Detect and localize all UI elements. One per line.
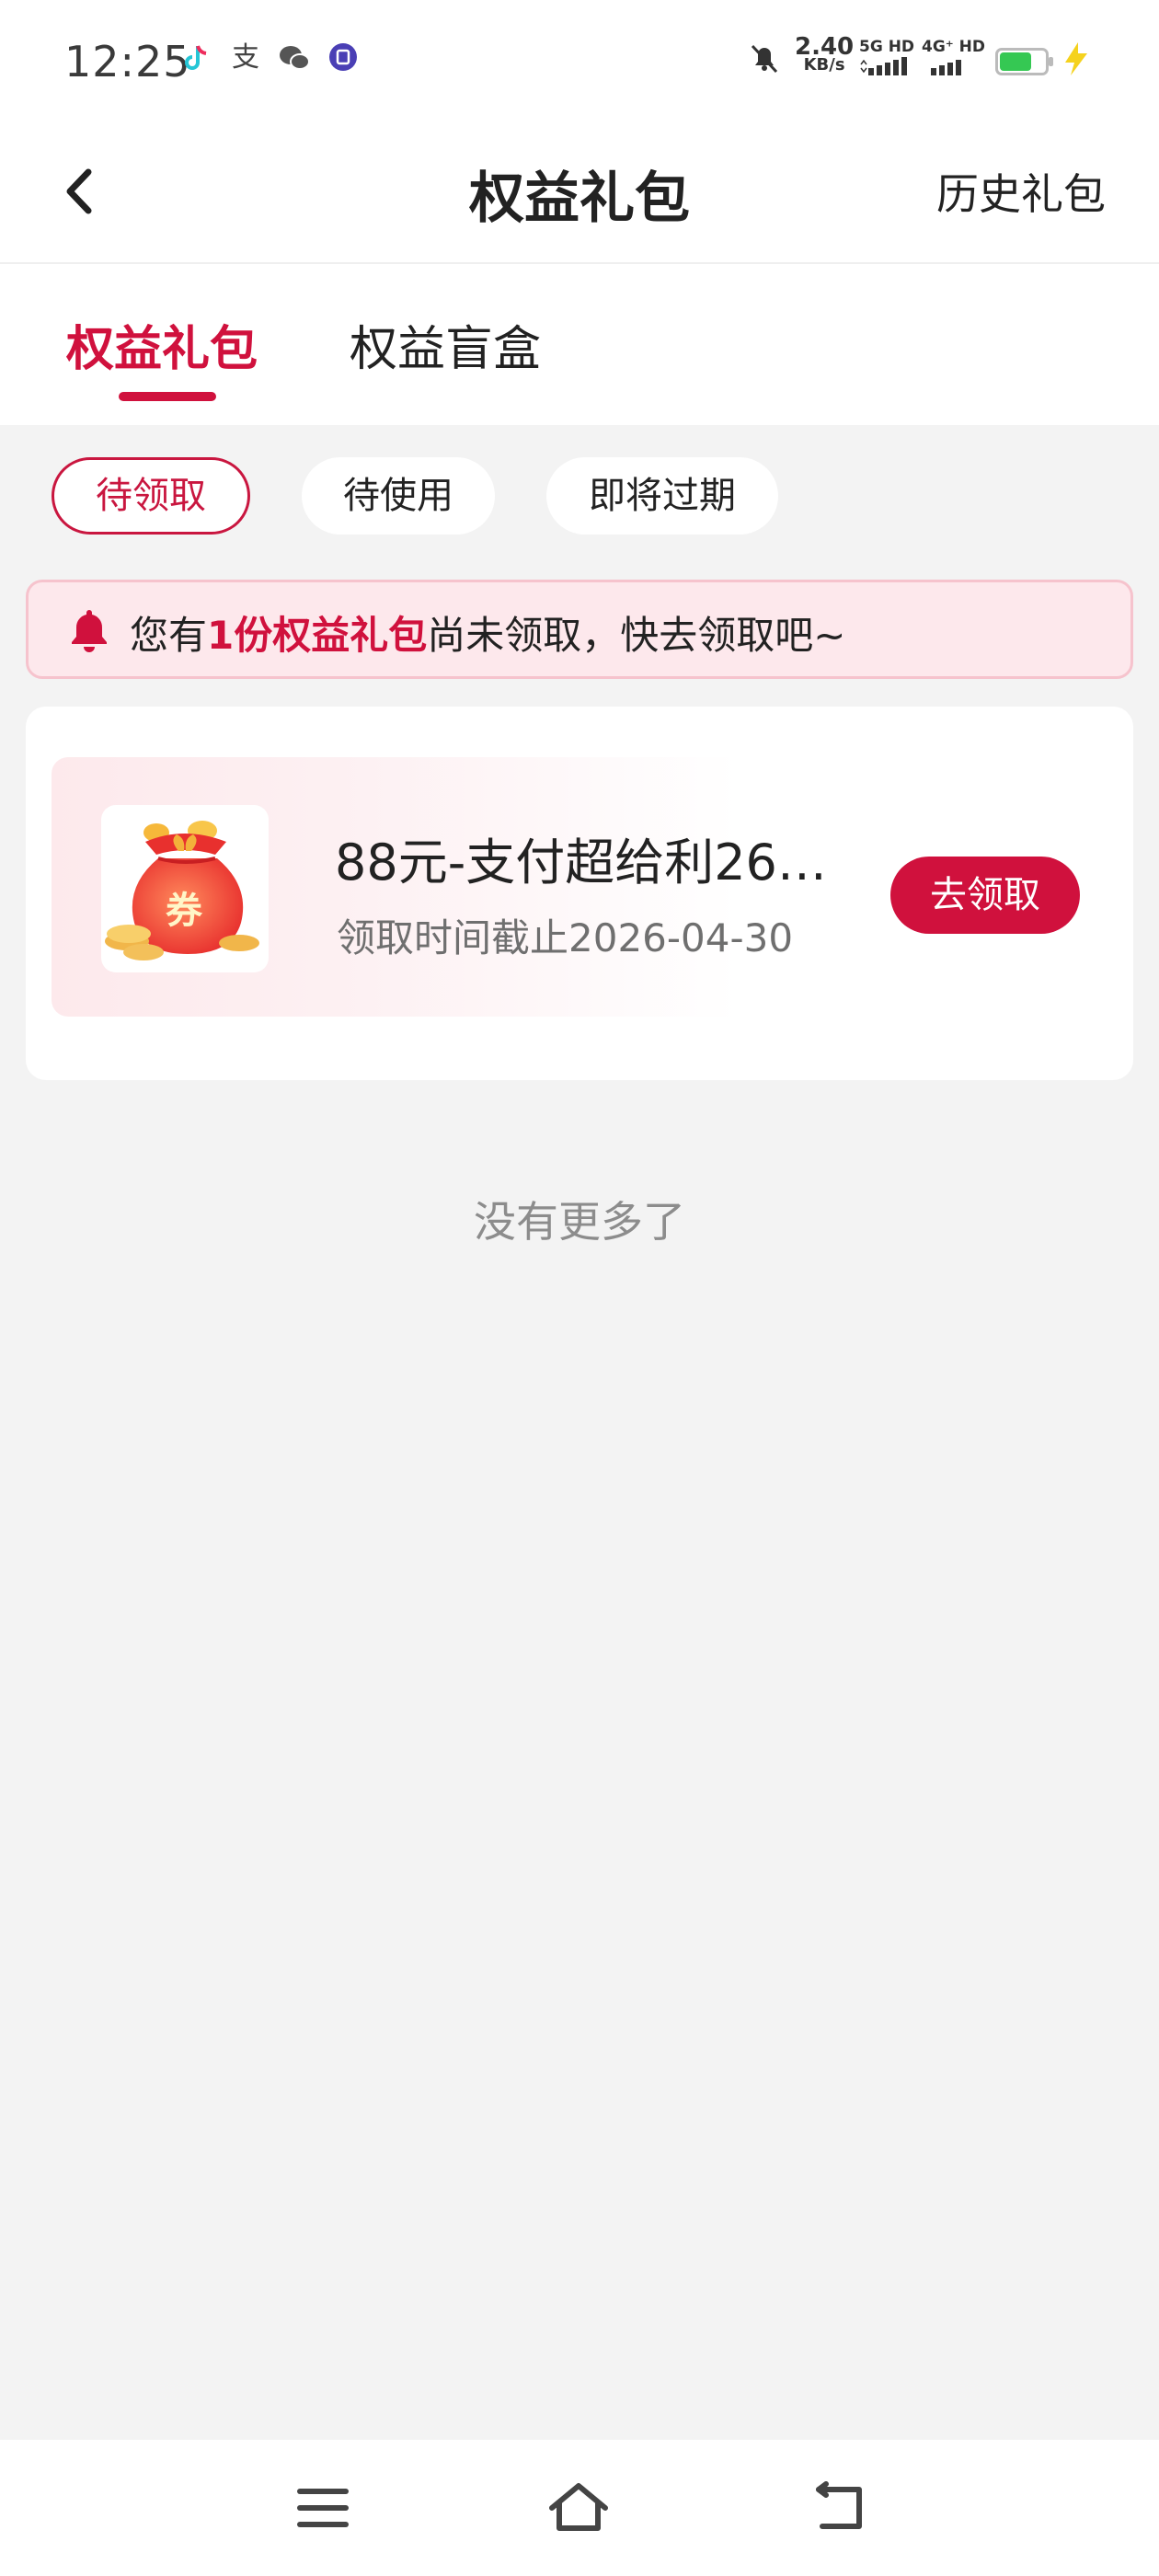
notice-highlight: 1份权益礼包: [207, 613, 428, 658]
history-gift-link[interactable]: 历史礼包: [936, 161, 1106, 222]
home-key[interactable]: [546, 2480, 611, 2536]
home-icon: [549, 2483, 608, 2531]
claim-button[interactable]: 去领取: [890, 857, 1080, 934]
wechat-icon: [278, 42, 310, 74]
gift-list: 券 88元-支付超给利26… 领取时间截止2026-04-30 去领取: [26, 707, 1133, 1080]
filter-pending-claim[interactable]: 待领取: [52, 457, 250, 535]
charging-icon: [1060, 40, 1093, 86]
menu-key[interactable]: [291, 2480, 355, 2536]
notes-icon: [327, 42, 359, 74]
status-bar: 12:25 支 2.40 KB/s 5G HD 4G⁺ HD: [0, 0, 1159, 124]
back-key[interactable]: [806, 2480, 870, 2536]
battery-level: [1000, 52, 1031, 71]
header: 权益礼包 历史礼包: [0, 124, 1159, 264]
list-item: 券 88元-支付超给利26… 领取时间截止2026-04-30 去领取: [52, 757, 1107, 1017]
alipay-icon: 支: [232, 41, 259, 74]
sim1-signal: 5G HD: [859, 37, 914, 79]
tab-bar: 权益礼包 权益盲盒: [0, 264, 1159, 425]
tab-benefit-gift[interactable]: 权益礼包: [66, 310, 258, 379]
tiktok-icon: [180, 42, 212, 74]
network-speed: 2.40 KB/s: [795, 33, 855, 75]
status-time: 12:25: [64, 37, 191, 86]
sim2-signal: 4G⁺ HD: [922, 37, 985, 79]
back-arrow-icon: [816, 2481, 862, 2529]
notice-suffix: 尚未领取，快去领取吧~: [427, 613, 846, 658]
filter-expiring-soon[interactable]: 即将过期: [546, 457, 778, 535]
notice-banner: 您有1份权益礼包尚未领取，快去领取吧~: [26, 580, 1133, 679]
coupon-badge-text: 券: [166, 890, 202, 932]
gift-title: 88元-支付超给利26…: [335, 834, 827, 891]
system-nav-bar: [0, 2440, 1159, 2576]
tab-benefit-blindbox[interactable]: 权益盲盒: [350, 310, 541, 379]
notice-text: 您有1份权益礼包尚未领取，快去领取吧~: [130, 604, 845, 661]
no-more-text: 没有更多了: [474, 1197, 685, 1247]
battery-icon: [995, 48, 1053, 75]
gift-deadline: 领取时间截止2026-04-30: [337, 915, 794, 960]
notice-prefix: 您有: [130, 613, 208, 658]
filter-pending-use[interactable]: 待使用: [302, 457, 495, 535]
bell-icon: [72, 610, 107, 652]
tab-active-indicator: [119, 392, 216, 401]
coupon-bag-icon: 券: [101, 805, 269, 972]
menu-icon: [297, 2489, 349, 2527]
mute-bell-icon: [747, 40, 778, 74]
